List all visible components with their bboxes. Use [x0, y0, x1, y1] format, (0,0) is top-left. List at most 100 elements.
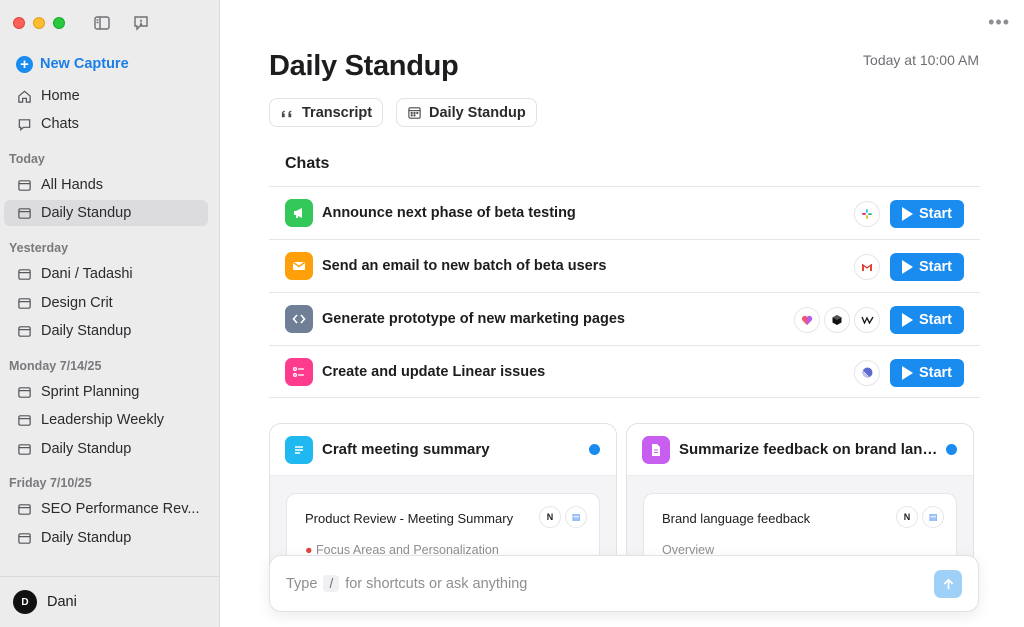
avatar: D — [13, 590, 37, 614]
window-controls — [13, 17, 65, 29]
section-label-monday: Monday 7/14/25 — [9, 359, 102, 373]
sidebar-item-label: Daily Standup — [41, 323, 132, 339]
google-docs-icon: ▤ — [922, 506, 944, 528]
sidebar-item-daily-standup-yesterday[interactable]: Daily Standup — [4, 318, 208, 344]
unread-dot — [589, 444, 600, 455]
calendar-event-chip[interactable]: Daily Standup — [396, 98, 537, 127]
chip-label: Daily Standup — [429, 104, 526, 121]
window-icon — [16, 295, 32, 311]
user-account[interactable]: D Dani — [0, 576, 220, 627]
sidebar-item-seo-performance[interactable]: SEO Performance Rev... — [4, 496, 208, 522]
composer-placeholder-prefix: Type — [286, 575, 318, 592]
timestamp: Today at 10:00 AM — [863, 52, 979, 68]
notion-icon: N — [896, 506, 918, 528]
feedback-icon[interactable] — [130, 13, 152, 33]
sidebar-item-sprint-planning[interactable]: Sprint Planning — [4, 379, 208, 405]
chat-row-email[interactable]: Send an email to new batch of beta users… — [269, 239, 980, 292]
chat-row-linear[interactable]: Create and update Linear issues Start — [269, 345, 980, 398]
chat-row-prototype[interactable]: Generate prototype of new marketing page… — [269, 292, 980, 345]
play-icon — [901, 259, 913, 274]
window-icon — [16, 384, 32, 400]
linear-icon — [854, 359, 880, 386]
chat-row-label: Create and update Linear issues — [322, 363, 546, 380]
play-icon — [901, 206, 913, 221]
sidebar-item-design-crit[interactable]: Design Crit — [4, 290, 208, 316]
window-icon — [16, 530, 32, 546]
play-icon — [901, 312, 913, 327]
chats-heading: Chats — [285, 155, 330, 172]
window-icon — [16, 177, 32, 193]
start-button[interactable]: Start — [890, 252, 964, 281]
envelope-icon — [285, 252, 313, 280]
webflow-icon — [854, 306, 880, 333]
unread-dot — [946, 444, 957, 455]
sidebar-item-home[interactable]: Home — [4, 83, 208, 109]
start-button[interactable]: Start — [890, 305, 964, 334]
maximize-window-button[interactable] — [53, 17, 65, 29]
transcript-chip[interactable]: Transcript — [269, 98, 384, 127]
close-window-button[interactable] — [13, 17, 25, 29]
lovable-icon — [794, 306, 820, 333]
quote-icon — [280, 105, 295, 120]
card-title: Craft meeting summary — [322, 441, 490, 458]
window-icon — [16, 412, 32, 428]
more-options-icon[interactable]: ••• — [988, 12, 1010, 33]
start-button[interactable]: Start — [890, 199, 964, 228]
gmail-icon — [854, 253, 880, 280]
new-capture-button[interactable]: + New Capture — [4, 51, 208, 77]
code-icon — [285, 305, 313, 333]
sidebar-item-daily-standup-friday[interactable]: Daily Standup — [4, 525, 208, 551]
sidebar-item-leadership-weekly[interactable]: Leadership Weekly — [4, 407, 208, 433]
sidebar-item-label: Chats — [41, 116, 79, 132]
section-label-yesterday: Yesterday — [9, 241, 69, 255]
plus-icon: + — [16, 55, 33, 73]
chat-row-label: Generate prototype of new marketing page… — [322, 311, 625, 327]
checklist-icon — [285, 357, 313, 386]
start-button[interactable]: Start — [890, 358, 964, 387]
section-label-friday: Friday 7/10/25 — [9, 476, 92, 490]
chat-row-announce[interactable]: Announce next phase of beta testing Star… — [269, 186, 980, 239]
page-title: Daily Standup — [269, 50, 459, 82]
megaphone-icon — [285, 199, 313, 227]
window-icon — [16, 501, 32, 517]
shortcut-key: / — [323, 575, 340, 592]
user-name: Dani — [47, 594, 77, 610]
calendar-icon — [407, 105, 422, 120]
window-icon — [16, 266, 32, 282]
chat-bubble-icon — [16, 116, 32, 132]
chat-row-label: Send an email to new batch of beta users — [322, 258, 607, 274]
sidebar-item-daily-standup-monday[interactable]: Daily Standup — [4, 436, 208, 462]
start-label: Start — [918, 258, 953, 275]
window-icon — [16, 323, 32, 339]
start-label: Start — [918, 205, 953, 222]
sidebar-item-label: Leadership Weekly — [41, 412, 165, 428]
sidebar-item-label: Daily Standup — [41, 441, 132, 457]
sidebar-item-label: Dani / Tadashi — [41, 266, 133, 282]
card-title: Summarize feedback on brand lang... — [679, 441, 944, 458]
window-icon — [16, 441, 32, 457]
sidebar-item-all-hands[interactable]: All Hands — [4, 172, 208, 198]
sidebar: + New Capture Home Chats Today All Hands… — [0, 0, 220, 627]
chip-label: Transcript — [302, 104, 373, 121]
sidebar-toggle-icon[interactable] — [91, 13, 113, 33]
new-capture-label: New Capture — [40, 56, 129, 72]
main-content: ••• Daily Standup Today at 10:00 AM Tran… — [221, 0, 1024, 627]
document-icon — [642, 435, 670, 464]
sidebar-item-daily-standup-today[interactable]: Daily Standup — [4, 200, 208, 226]
composer-placeholder-suffix: for shortcuts or ask anything — [345, 575, 528, 592]
start-label: Start — [918, 311, 953, 328]
sidebar-item-dani-tadashi[interactable]: Dani / Tadashi — [4, 261, 208, 287]
arrow-up-icon — [943, 578, 953, 589]
house-icon — [16, 88, 32, 104]
slack-icon — [854, 200, 880, 227]
minimize-window-button[interactable] — [33, 17, 45, 29]
sidebar-item-label: Sprint Planning — [41, 384, 140, 400]
start-label: Start — [918, 364, 953, 381]
sidebar-item-label: Design Crit — [41, 295, 113, 311]
sidebar-item-label: Home — [41, 88, 80, 104]
message-composer[interactable]: Type / for shortcuts or ask anything — [269, 555, 979, 612]
chat-row-label: Announce next phase of beta testing — [322, 205, 576, 221]
send-button[interactable] — [934, 570, 962, 598]
play-icon — [901, 365, 913, 380]
sidebar-item-chats[interactable]: Chats — [4, 111, 208, 137]
